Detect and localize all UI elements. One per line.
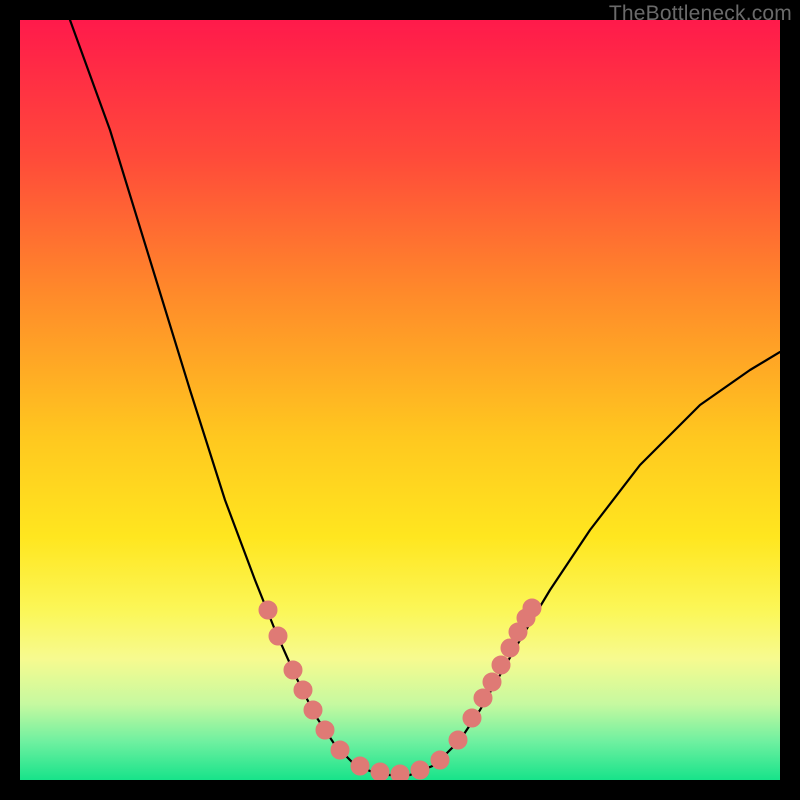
highlight-dot bbox=[501, 639, 519, 657]
highlight-dots-group bbox=[259, 599, 541, 780]
highlight-dot bbox=[474, 689, 492, 707]
highlight-dot bbox=[371, 763, 389, 780]
highlight-dot bbox=[411, 761, 429, 779]
watermark-text: TheBottleneck.com bbox=[609, 2, 792, 26]
highlight-dot bbox=[391, 765, 409, 780]
bottleneck-curve-line bbox=[70, 20, 780, 775]
highlight-dot bbox=[284, 661, 302, 679]
highlight-dot bbox=[259, 601, 277, 619]
highlight-dot bbox=[331, 741, 349, 759]
bottleneck-chart-svg bbox=[20, 20, 780, 780]
highlight-dot bbox=[304, 701, 322, 719]
highlight-dot bbox=[449, 731, 467, 749]
highlight-dot bbox=[523, 599, 541, 617]
highlight-dot bbox=[431, 751, 449, 769]
highlight-dot bbox=[294, 681, 312, 699]
highlight-dot bbox=[483, 673, 501, 691]
highlight-dot bbox=[463, 709, 481, 727]
highlight-dot bbox=[269, 627, 287, 645]
highlight-dot bbox=[492, 656, 510, 674]
highlight-dot bbox=[351, 757, 369, 775]
highlight-dot bbox=[316, 721, 334, 739]
